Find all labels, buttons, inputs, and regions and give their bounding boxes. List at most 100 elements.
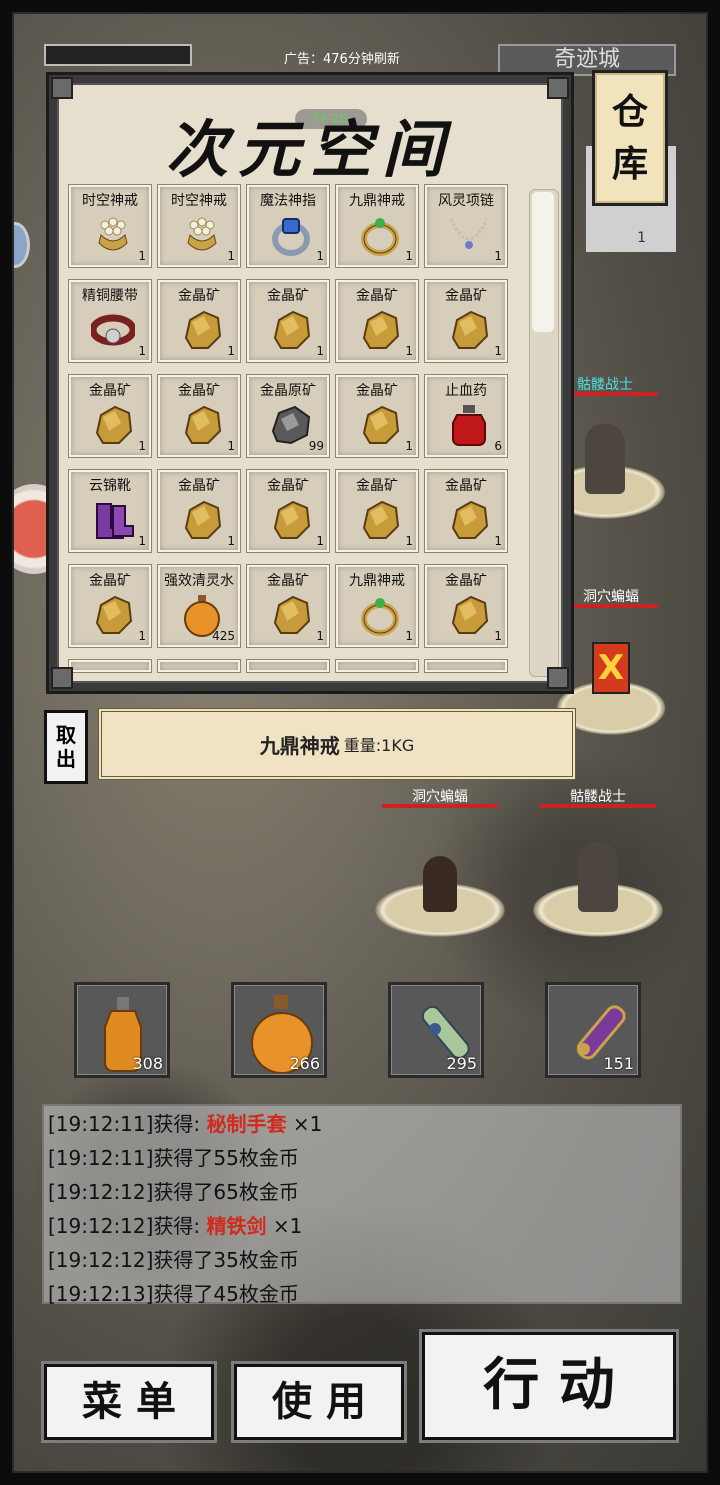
monster-hp-bar — [382, 804, 498, 808]
log-line: [19:12:12]获得: 精铁剑 ×1 — [48, 1210, 302, 1239]
item-count: 1 — [316, 344, 324, 358]
item-name: 金晶矿 — [445, 573, 487, 589]
quick-slot-4[interactable]: 151 — [545, 982, 641, 1078]
log-suffix: ×1 — [266, 1214, 303, 1238]
storage-slot[interactable]: 金晶矿 1 — [425, 470, 507, 552]
storage-title: 次元空间 — [165, 113, 454, 186]
storage-scrollbar[interactable] — [529, 189, 559, 677]
storage-panel: FP 2G 次元空间 时空神戒 1 时空神戒 1 魔法神指 1 九鼎神戒 1 风灵项链 1 精铜腰带… — [46, 72, 574, 694]
storage-slot[interactable]: 精铜腰带 1 — [69, 280, 151, 362]
storage-slot[interactable]: 魔法神指 1 — [247, 185, 329, 267]
necklace-icon — [447, 213, 491, 257]
storage-slot[interactable]: 金晶矿 1 — [425, 280, 507, 362]
storage-slot[interactable]: 强效清灵水 425 — [158, 565, 240, 647]
gold-ore-icon — [91, 593, 135, 637]
item-count: 1 — [227, 249, 235, 263]
quick-slot-count: 295 — [446, 1054, 477, 1073]
item-name: 强效清灵水 — [164, 573, 234, 589]
gold-ring-icon — [358, 593, 402, 637]
storage-slot[interactable]: 金晶矿 1 — [247, 565, 329, 647]
storage-slot[interactable]: 时空神戒 1 — [158, 185, 240, 267]
storage-slot-partial[interactable] — [158, 660, 240, 672]
storage-slot[interactable]: 九鼎神戒 1 — [336, 565, 418, 647]
log-text: 获得了35枚金币 — [153, 1248, 299, 1272]
item-count: 1 — [405, 629, 413, 643]
log-time: [19:12:11] — [48, 1146, 154, 1170]
gold-ore-icon — [91, 403, 135, 447]
player-avatar-bar[interactable] — [44, 44, 192, 66]
monster-hp-bar — [564, 604, 658, 608]
item-count: 1 — [405, 439, 413, 453]
log-time: [19:12:13] — [48, 1282, 154, 1306]
storage-slot[interactable]: 金晶原矿 99 — [247, 375, 329, 457]
raw-ore-icon — [269, 403, 313, 447]
item-count: 1 — [227, 534, 235, 548]
action-button[interactable]: 行 动 — [422, 1332, 676, 1440]
item-name: 云锦靴 — [89, 478, 131, 494]
storage-slot[interactable]: 金晶矿 1 — [69, 565, 151, 647]
message-log[interactable]: [19:12:11]获得: 秘制手套 ×1 [19:12:11]获得了55枚金币[… — [42, 1104, 682, 1306]
storage-slot[interactable]: 金晶矿 1 — [158, 470, 240, 552]
skeleton-figure-icon — [585, 424, 625, 494]
item-name: 金晶矿 — [356, 383, 398, 399]
item-count: 1 — [494, 344, 502, 358]
corner-ornament — [51, 77, 73, 99]
gold-ore-icon — [269, 308, 313, 352]
storage-slot[interactable]: 云锦靴 1 — [69, 470, 151, 552]
item-name: 金晶矿 — [178, 478, 220, 494]
log-line: [19:12:12]获得了35枚金币 — [48, 1244, 299, 1273]
item-name: 精铜腰带 — [82, 288, 138, 304]
storage-slot[interactable]: 金晶矿 1 — [158, 280, 240, 362]
monster-cave-bat-2[interactable]: 洞穴蝙蝠 — [372, 786, 508, 938]
storage-slot-partial[interactable] — [247, 660, 329, 672]
selected-item-bar: 九鼎神戒 重量:1KG — [98, 708, 576, 780]
storage-panel-body: FP 2G 次元空间 时空神戒 1 时空神戒 1 魔法神指 1 九鼎神戒 1 风灵项链 1 精铜腰带… — [57, 83, 563, 683]
storage-slot[interactable]: 止血药 6 — [425, 375, 507, 457]
quick-slot-3[interactable]: 295 — [388, 982, 484, 1078]
storage-slot[interactable]: 金晶矿 1 — [336, 470, 418, 552]
storage-slot[interactable]: 金晶矿 1 — [247, 470, 329, 552]
item-name: 魔法神指 — [260, 193, 316, 209]
pearl-ring-icon — [180, 213, 224, 257]
item-name: 金晶矿 — [178, 383, 220, 399]
storage-slot-partial[interactable] — [336, 660, 418, 672]
monster-skeleton-warrior-2[interactable]: 骷髅战士 — [530, 786, 666, 938]
quick-slot-1[interactable]: 308 — [74, 982, 170, 1078]
scroll-thumb[interactable] — [532, 192, 554, 332]
monster-hp-bar — [540, 804, 656, 808]
log-item: 秘制手套 — [206, 1112, 287, 1136]
item-name: 金晶矿 — [178, 288, 220, 304]
left-edge-bubble-icon[interactable] — [14, 222, 30, 268]
log-text: 获得了45枚金币 — [153, 1282, 299, 1306]
item-name: 九鼎神戒 — [349, 193, 405, 209]
item-count: 1 — [316, 629, 324, 643]
warehouse-button[interactable]: 仓 库 — [592, 70, 668, 206]
item-count: 1 — [138, 534, 146, 548]
storage-slot[interactable]: 金晶矿 1 — [247, 280, 329, 362]
storage-slot[interactable]: 金晶矿 1 — [69, 375, 151, 457]
storage-slot[interactable]: 风灵项链 1 — [425, 185, 507, 267]
storage-slot[interactable]: 金晶矿 1 — [158, 375, 240, 457]
storage-slot-partial[interactable] — [425, 660, 507, 672]
take-out-button[interactable]: 取 出 — [44, 710, 88, 784]
gold-ore-icon — [447, 308, 491, 352]
storage-slot-partial[interactable] — [69, 660, 151, 672]
item-count: 6 — [494, 439, 502, 453]
close-button[interactable]: X — [592, 642, 630, 694]
quick-slot-2[interactable]: 266 — [231, 982, 327, 1078]
use-button[interactable]: 使 用 — [234, 1364, 404, 1440]
storage-slot[interactable]: 时空神戒 1 — [69, 185, 151, 267]
item-name: 金晶原矿 — [260, 383, 316, 399]
gold-ore-icon — [180, 403, 224, 447]
boots-icon — [91, 498, 135, 542]
item-name: 金晶矿 — [356, 288, 398, 304]
game-screen: 广告：476分钟刷新 奇迹城 1 骷髅战士 洞穴蝙蝠 洞穴蝙蝠 骷髅战士 FP … — [12, 12, 708, 1473]
storage-slot[interactable]: 金晶矿 1 — [336, 375, 418, 457]
gold-ore-icon — [180, 498, 224, 542]
storage-slot[interactable]: 九鼎神戒 1 — [336, 185, 418, 267]
gold-ring-icon — [358, 213, 402, 257]
menu-button[interactable]: 菜 单 — [44, 1364, 214, 1440]
gold-ore-icon — [447, 593, 491, 637]
storage-slot[interactable]: 金晶矿 1 — [336, 280, 418, 362]
storage-slot[interactable]: 金晶矿 1 — [425, 565, 507, 647]
